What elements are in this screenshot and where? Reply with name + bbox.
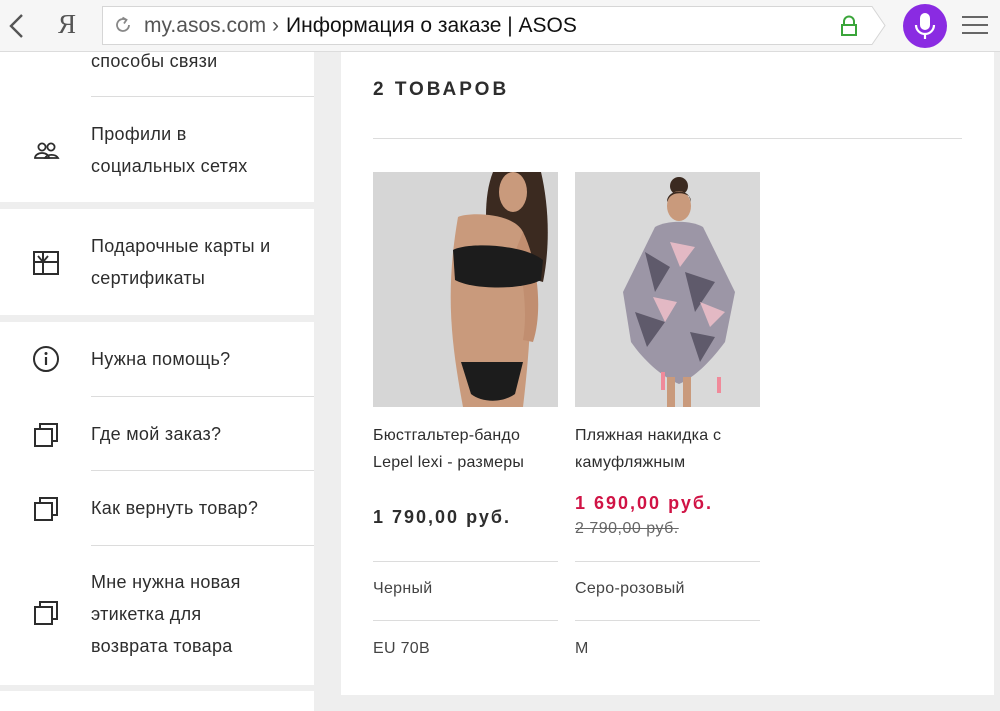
- product-name[interactable]: Пляжная накидка с камуфляжным: [575, 422, 760, 476]
- hamburger-menu-icon[interactable]: [962, 15, 988, 35]
- product-name[interactable]: Бюстгальтер-бандо Lepel lexi - размеры: [373, 422, 558, 476]
- product-price: 1 790,00 руб.: [373, 507, 511, 527]
- url-domain: my.asos.com ›: [144, 14, 279, 37]
- copy-icon: [34, 601, 58, 625]
- lock-icon: [841, 15, 857, 36]
- divider: [575, 561, 760, 562]
- copy-icon: [34, 497, 58, 521]
- divider: [373, 620, 558, 621]
- product-original-price: 2 790,00 руб.: [575, 520, 679, 537]
- info-icon: [33, 346, 59, 372]
- divider: [373, 138, 962, 139]
- url-page-title: Информация о заказе | ASOS: [286, 14, 577, 37]
- sidebar-card-partial: [0, 691, 314, 711]
- back-arrow-icon[interactable]: [6, 12, 28, 40]
- product-image-beach-cover-up[interactable]: [575, 172, 760, 407]
- sidebar-item-how-to-return[interactable]: Как вернуть товар?: [91, 492, 258, 524]
- product-color: Черный: [373, 580, 433, 597]
- yandex-logo[interactable]: Я: [58, 9, 76, 40]
- product-size: EU 70B: [373, 640, 430, 657]
- items-count-heading: 2 ТОВАРОВ: [373, 79, 510, 100]
- product-sale-price: 1 690,00 руб.: [575, 493, 713, 513]
- sidebar-item-gift-cards[interactable]: Подарочные карты и сертификаты: [91, 230, 271, 294]
- divider: [91, 396, 314, 397]
- divider: [575, 620, 760, 621]
- reload-icon[interactable]: [113, 15, 133, 35]
- account-menu-card: способы связи Профили в социальных сетях: [0, 51, 314, 202]
- people-icon: [34, 142, 60, 159]
- sidebar-item-contact-methods[interactable]: способы связи: [91, 45, 218, 77]
- product-card: Бюстгальтер-бандо Lepel lexi - размеры 1…: [373, 172, 558, 657]
- product-card: Пляжная накидка с камуфляжным 1 690,00 р…: [575, 172, 760, 657]
- divider: [373, 561, 558, 562]
- microphone-icon: [914, 13, 936, 39]
- address-bar[interactable]: my.asos.com › Информация о заказе | ASOS: [102, 6, 886, 45]
- sidebar-item-need-help[interactable]: Нужна помощь?: [91, 343, 230, 375]
- divider: [91, 96, 314, 97]
- voice-search-button[interactable]: [903, 4, 947, 48]
- sidebar-item-new-return-label[interactable]: Мне нужна новая этикетка для возврата то…: [91, 566, 241, 662]
- sidebar-item-social-profiles[interactable]: Профили в социальных сетях: [91, 118, 248, 182]
- sidebar-item-where-is-order[interactable]: Где мой заказ?: [91, 418, 221, 450]
- copy-icon: [34, 423, 58, 447]
- gift-cards-card: Подарочные карты и сертификаты: [0, 209, 314, 315]
- product-color: Серо-розовый: [575, 580, 685, 597]
- divider: [91, 470, 314, 471]
- divider: [91, 545, 314, 546]
- product-size: M: [575, 640, 589, 657]
- gift-card-icon: [33, 251, 59, 275]
- help-card: Нужна помощь? Где мой заказ? Как вернуть…: [0, 322, 314, 685]
- product-image-bandeau-bra[interactable]: [373, 172, 558, 407]
- order-items-panel: 2 ТОВАРОВ Бюстгальтер-бандо Lepel lexi -…: [341, 52, 994, 695]
